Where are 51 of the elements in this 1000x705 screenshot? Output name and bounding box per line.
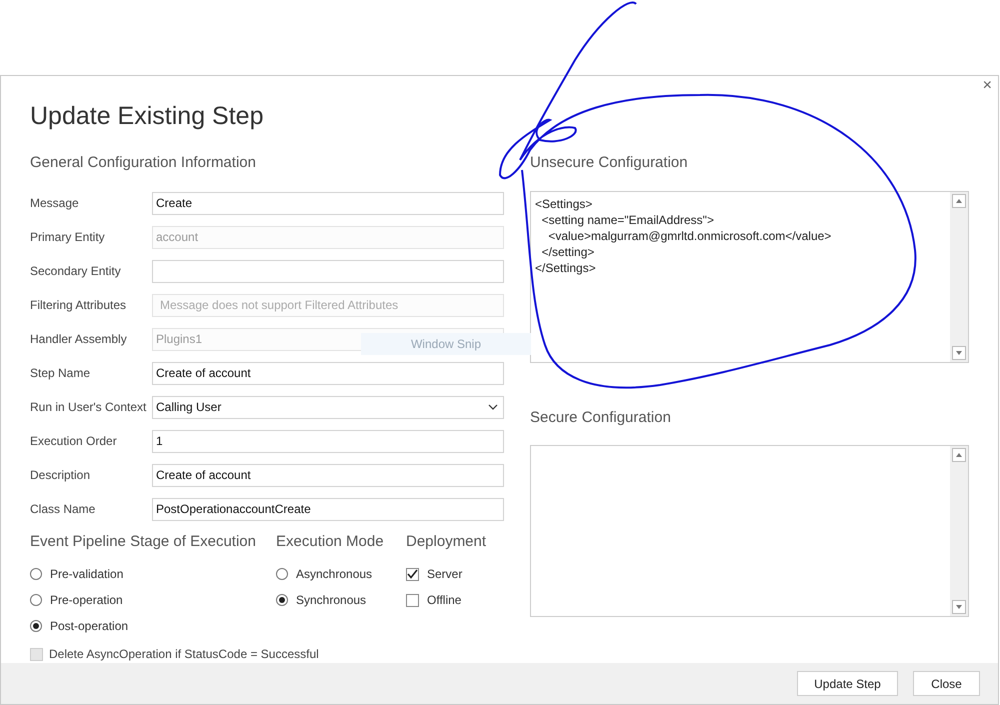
scrollbar[interactable] xyxy=(950,446,968,616)
checkbox[interactable] xyxy=(406,594,419,606)
dropdown-field[interactable]: Calling User xyxy=(152,396,504,418)
scroll-up-icon[interactable] xyxy=(952,448,966,462)
section-heading: Unsecure Configuration xyxy=(530,153,688,173)
option-label: Pre-validation xyxy=(50,566,124,583)
group-heading: Event Pipeline Stage of Execution xyxy=(30,532,256,552)
input-field[interactable]: Create of account xyxy=(152,362,504,384)
radio-button[interactable] xyxy=(30,620,42,632)
window-snip-tooltip: Window Snip xyxy=(361,333,531,355)
option-label: Synchronous xyxy=(296,592,366,609)
input-field[interactable]: 1 xyxy=(152,430,504,452)
input-field[interactable]: PostOperationaccountCreate xyxy=(152,498,504,520)
chevron-down-icon xyxy=(488,404,498,410)
field-label: Execution Order xyxy=(30,433,118,450)
option-label: Asynchronous xyxy=(296,566,372,583)
option-label: Post-operation xyxy=(50,618,128,635)
field-label: Secondary Entity xyxy=(30,263,122,280)
field-label: Primary Entity xyxy=(30,229,106,246)
option-label: Pre-operation xyxy=(50,592,123,609)
radio-button[interactable] xyxy=(30,594,42,606)
option-label: Delete AsyncOperation if StatusCode = Successful xyxy=(49,646,319,663)
radio-button[interactable] xyxy=(30,568,42,580)
field-label: Description xyxy=(30,467,92,484)
option-label: Offline xyxy=(427,592,462,609)
field-label: Message xyxy=(30,195,80,212)
section-heading: Secure Configuration xyxy=(530,408,671,428)
input-field[interactable] xyxy=(152,260,504,282)
text-area[interactable]: <Settings> <setting name="EmailAddress"> <value>malgurram@gmrltd.onmicrosoft.com</value> </setting> </Settings> xyxy=(530,190,969,362)
field-label: Step Name xyxy=(30,365,92,382)
group-heading: Deployment xyxy=(406,532,486,552)
section-heading: General Configuration Information xyxy=(30,153,256,173)
dialog-button[interactable]: Update Step xyxy=(797,671,898,696)
field-label: Filtering Attributes xyxy=(30,297,128,314)
group-heading: Execution Mode xyxy=(276,532,384,552)
field-label: Handler Assembly xyxy=(30,331,128,348)
checkbox[interactable] xyxy=(406,568,419,580)
input-field[interactable]: Create of account xyxy=(152,464,504,486)
close-button[interactable]: × xyxy=(982,78,992,94)
dialog-title: Update Existing Step xyxy=(30,101,264,132)
scroll-down-icon[interactable] xyxy=(952,346,966,360)
radio-button[interactable] xyxy=(276,594,288,606)
option-label: Server xyxy=(427,566,462,583)
dialog-button[interactable]: Close xyxy=(913,671,980,696)
scrollbar[interactable] xyxy=(950,192,968,362)
input-field[interactable]: Create xyxy=(152,192,504,214)
scroll-up-icon[interactable] xyxy=(952,194,966,208)
scroll-down-icon[interactable] xyxy=(952,600,966,614)
field-label: Run in User's Context xyxy=(30,399,148,416)
field-label: Class Name xyxy=(30,501,96,518)
radio-button[interactable] xyxy=(276,568,288,580)
